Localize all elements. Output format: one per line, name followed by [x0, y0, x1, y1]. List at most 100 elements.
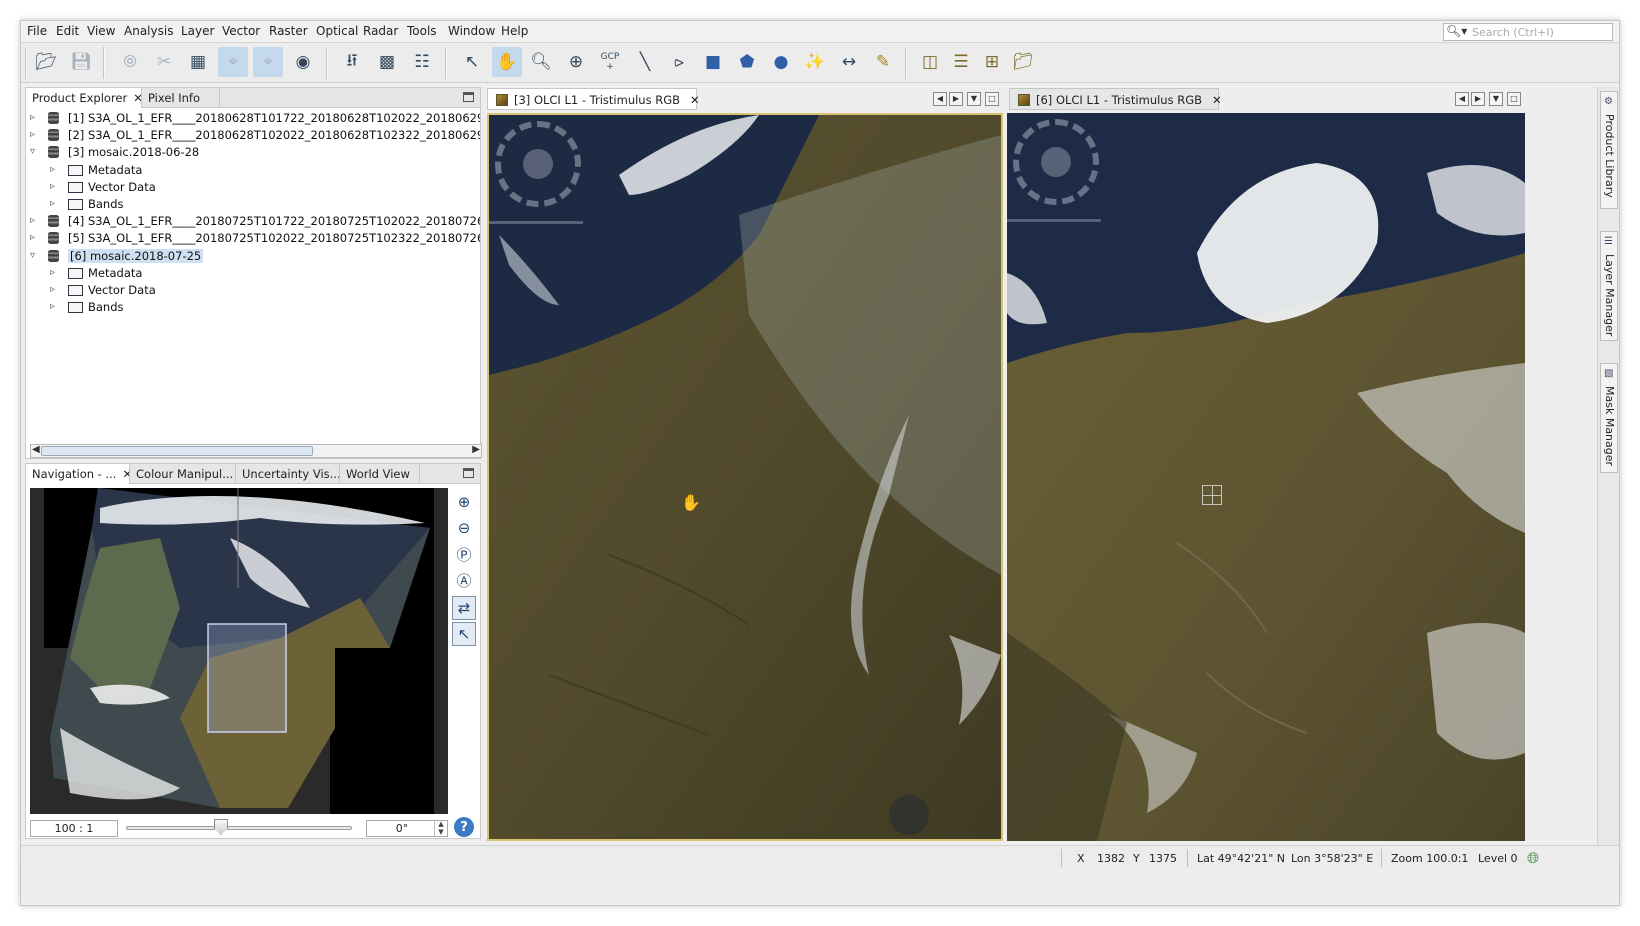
layer-manager-button[interactable]: ☰ Layer Manager	[1600, 231, 1618, 341]
polygon-drawing-icon[interactable]: ⬟	[732, 47, 762, 77]
open-product-icon[interactable]: 📂︎	[31, 47, 61, 77]
zoom-in-icon[interactable]: ⊕	[452, 490, 476, 514]
tree-folder-node[interactable]: ▹ Metadata	[26, 265, 480, 282]
tree-product-node[interactable]: ▹ [1] S3A_OL_1_EFR____20180628T101722_201…	[26, 110, 480, 127]
sync-cursor-icon[interactable]: ↖	[452, 622, 476, 646]
tree-folder-node[interactable]: ▹ Bands	[26, 196, 480, 213]
line-drawing-icon[interactable]: ╲	[630, 47, 660, 77]
maximize-icon[interactable]: □	[1507, 92, 1521, 106]
menu-tools[interactable]: Tools	[407, 24, 437, 38]
menu-help[interactable]: Help	[501, 24, 528, 38]
zoom-slider[interactable]	[126, 826, 352, 830]
zoom-out-icon[interactable]: ⊖	[452, 516, 476, 540]
minimize-icon[interactable]	[463, 92, 474, 102]
zoom-slider-knob[interactable]	[213, 819, 228, 835]
zoom-all-icon[interactable]: Ⓐ	[452, 568, 476, 592]
expand-icon[interactable]: ▹	[50, 267, 55, 278]
pan-navigation-wheel[interactable]	[495, 121, 581, 207]
menu-vector[interactable]: Vector	[222, 24, 260, 38]
polyline-drawing-icon[interactable]: ⪧	[664, 47, 694, 77]
menu-edit[interactable]: Edit	[56, 24, 79, 38]
close-icon[interactable]: ✕	[690, 93, 700, 107]
expand-icon[interactable]: ▹	[30, 112, 35, 123]
menu-raster[interactable]: Raster	[269, 24, 308, 38]
expand-icon[interactable]: ▹	[50, 284, 55, 295]
pin-placing-icon[interactable]: ⊕	[561, 47, 591, 77]
tree-folder-node[interactable]: ▹ Vector Data	[26, 179, 480, 196]
tree-product-node[interactable]: ▹ [4] S3A_OL_1_EFR____20180725T101722_201…	[26, 213, 480, 230]
world-view-icon[interactable]: ◉	[288, 47, 318, 77]
tab-world-view[interactable]: World View	[340, 464, 420, 484]
expand-icon[interactable]: ▹	[30, 129, 35, 140]
magic-wand-icon[interactable]: ✨	[800, 47, 830, 77]
batch-processing-icon[interactable]: ▩	[372, 47, 402, 77]
zoom-navigation-bar[interactable]	[489, 221, 583, 224]
tree-folder-node[interactable]: ▹ Metadata	[26, 162, 480, 179]
tab-pixel-info[interactable]: Pixel Info	[142, 88, 220, 108]
view-prev-icon[interactable]: ◀	[1455, 92, 1469, 106]
tab-colour-manipulation[interactable]: Colour Manipul...	[130, 464, 236, 484]
menu-window[interactable]: Window	[448, 24, 495, 38]
horizontal-scrollbar[interactable]: ◀ ▶	[30, 444, 482, 458]
scroll-left-icon[interactable]: ◀	[32, 444, 40, 455]
menu-radar[interactable]: Radar	[363, 24, 398, 38]
band-maths-icon[interactable]: ⦾	[115, 47, 145, 77]
zoom-pixel-icon[interactable]: Ⓟ	[452, 542, 476, 566]
expand-icon[interactable]: ▹	[50, 301, 55, 312]
product-library-button[interactable]: ⚙ Product Library	[1600, 91, 1618, 209]
tile-grid-icon[interactable]: ⊞	[977, 47, 1007, 77]
scroll-right-icon[interactable]: ▶	[472, 444, 480, 455]
search-field[interactable]: 🔍︎▾ Search (Ctrl+I)	[1443, 23, 1613, 41]
pan-navigation-wheel[interactable]	[1013, 119, 1099, 205]
tile-open-icon[interactable]: 📁︎	[1008, 47, 1038, 77]
menu-analysis[interactable]: Analysis	[124, 24, 173, 38]
view-list-icon[interactable]: ▼	[1489, 92, 1503, 106]
tree-product-node[interactable]: ▹ [2] S3A_OL_1_EFR____20180628T102022_201…	[26, 127, 480, 144]
menu-layer[interactable]: Layer	[181, 24, 214, 38]
tree-product-node[interactable]: ▿ [6] mosaic.2018-07-25	[26, 248, 480, 265]
image-view-6[interactable]	[1007, 113, 1525, 841]
view-next-icon[interactable]: ▶	[949, 92, 963, 106]
graph-builder-icon[interactable]: ⭿	[337, 47, 367, 77]
expand-icon[interactable]: ▹	[30, 232, 35, 243]
view-prev-icon[interactable]: ◀	[933, 92, 947, 106]
image-view-3[interactable]: ✋	[487, 113, 1003, 841]
view-list-icon[interactable]: ▼	[967, 92, 981, 106]
save-product-icon[interactable]: 💾︎	[66, 47, 96, 77]
menu-optical[interactable]: Optical	[316, 24, 358, 38]
zoom-factor-field[interactable]: 100 : 1	[30, 820, 118, 837]
graticule-icon[interactable]: ▦	[183, 47, 213, 77]
close-icon[interactable]: ✕	[122, 467, 129, 481]
ellipse-drawing-icon[interactable]: ●	[766, 47, 796, 77]
expand-icon[interactable]: ▹	[50, 181, 55, 192]
mask-manager-button[interactable]: ▧ Mask Manager	[1600, 363, 1618, 473]
rectangle-drawing-icon[interactable]: ■	[698, 47, 728, 77]
expand-icon[interactable]: ▹	[30, 215, 35, 226]
view-next-icon[interactable]: ▶	[1471, 92, 1485, 106]
expand-icon[interactable]: ▹	[50, 198, 55, 209]
tab-view-3[interactable]: [3] OLCI L1 - Tristimulus RGB ✕	[487, 88, 700, 110]
subset-icon[interactable]: ✂	[149, 47, 179, 77]
zoom-tool-icon[interactable]: 🔍︎	[526, 47, 556, 77]
collapse-icon[interactable]: ▿	[30, 250, 35, 261]
close-icon[interactable]: ✕	[1212, 93, 1222, 107]
tab-view-6[interactable]: [6] OLCI L1 - Tristimulus RGB ✕	[1009, 88, 1222, 110]
tree-folder-node[interactable]: ▹ Vector Data	[26, 282, 480, 299]
collapse-icon[interactable]: ▿	[30, 146, 35, 157]
tree-product-node[interactable]: ▿ [3] mosaic.2018-06-28	[26, 144, 480, 161]
gcp-placing-icon[interactable]: GCP +	[595, 47, 625, 77]
tab-uncertainty-visualisation[interactable]: Uncertainty Vis...	[236, 464, 340, 484]
tab-navigation[interactable]: Navigation - ... ✕	[26, 464, 130, 484]
maximize-icon[interactable]: □	[985, 92, 999, 106]
range-finder-icon[interactable]: ↔	[834, 47, 864, 77]
menu-file[interactable]: File	[27, 24, 47, 38]
tree-product-node[interactable]: ▹ [5] S3A_OL_1_EFR____20180725T102022_201…	[26, 230, 480, 247]
close-icon[interactable]: ✕	[133, 91, 141, 105]
sync-views-icon[interactable]: ⇄	[452, 596, 476, 620]
navigation-overview-image[interactable]	[30, 488, 448, 814]
spectrum-icon[interactable]: ☷	[407, 47, 437, 77]
zoom-navigation-bar[interactable]	[1007, 219, 1101, 222]
select-tool-icon[interactable]: ↖	[457, 47, 487, 77]
menu-view[interactable]: View	[87, 24, 115, 38]
tile-vertical-icon[interactable]: ☰	[946, 47, 976, 77]
